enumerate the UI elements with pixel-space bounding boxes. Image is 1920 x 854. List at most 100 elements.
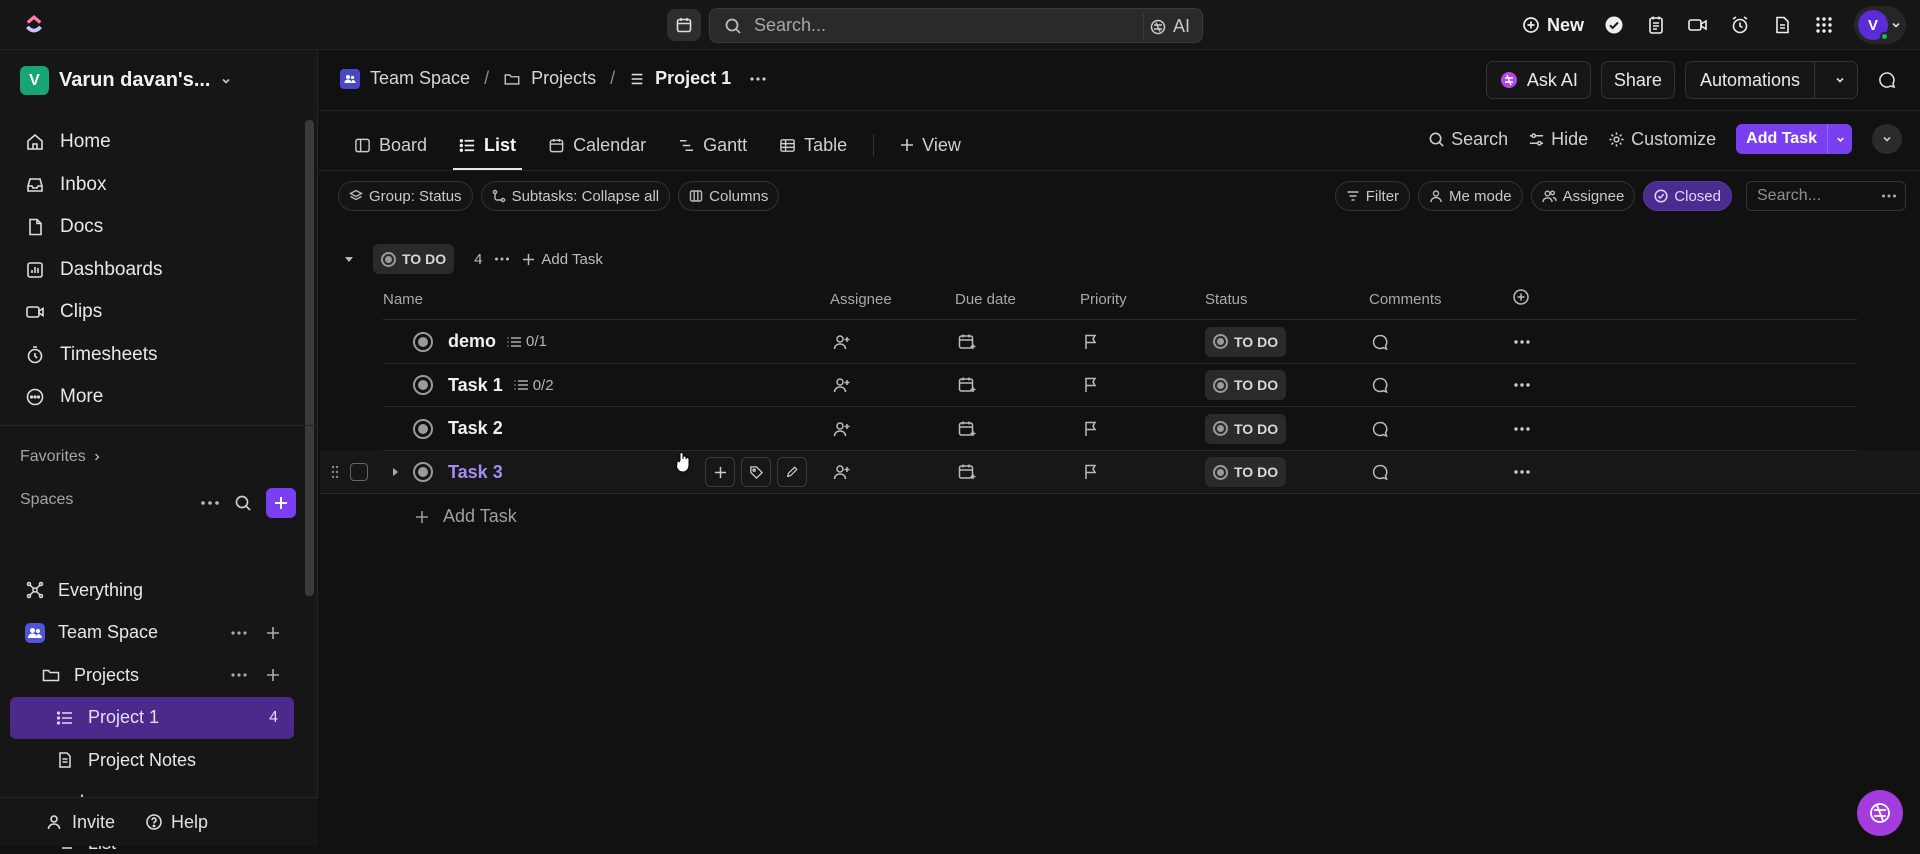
status-badge[interactable]: TO DO	[1205, 413, 1287, 444]
sidebar-item-docs[interactable]: Docs	[12, 206, 294, 249]
expand-caret-icon[interactable]	[390, 451, 400, 494]
drag-handle-icon[interactable]	[330, 451, 340, 494]
group-status-badge[interactable]: TO DO	[373, 244, 455, 274]
priority-flag-icon[interactable]	[1082, 320, 1100, 363]
video-icon[interactable]	[1686, 13, 1710, 37]
alarm-clock-icon[interactable]	[1728, 13, 1752, 37]
status-todo-icon[interactable]	[413, 331, 433, 352]
sidebar-item-inbox[interactable]: Inbox	[12, 164, 294, 207]
chevron-down-icon[interactable]	[1828, 124, 1852, 154]
priority-flag-icon[interactable]	[1082, 451, 1100, 494]
due-date-icon[interactable]	[957, 451, 977, 494]
ai-button[interactable]: AI	[1149, 16, 1190, 37]
hide-button[interactable]: Hide	[1528, 129, 1588, 150]
help-button[interactable]: Help	[145, 812, 208, 833]
sidebar-item-timesheets[interactable]: Timesheets	[12, 334, 294, 377]
status-badge[interactable]: TO DO	[1205, 370, 1287, 400]
assignee-chip[interactable]: Assignee	[1530, 181, 1636, 211]
group-by-chip[interactable]: Group: Status	[338, 181, 473, 211]
table-row[interactable]: demo 0/1 TO DO	[383, 320, 1857, 364]
due-date-icon[interactable]	[957, 364, 977, 407]
plus-icon[interactable]	[266, 626, 280, 640]
sidebar-item-more[interactable]: More	[12, 376, 294, 419]
task-name[interactable]: demo	[448, 331, 496, 352]
add-space-button[interactable]	[266, 488, 296, 518]
status-badge[interactable]: TO DO	[1205, 326, 1287, 357]
sidebar-item-project-1[interactable]: Project 1 4	[10, 696, 294, 739]
subtasks-chip[interactable]: Subtasks: Collapse all	[480, 181, 671, 211]
assign-user-icon[interactable]	[832, 407, 852, 450]
ai-assistant-button[interactable]	[1857, 790, 1903, 836]
global-search-input[interactable]: Search... AI	[709, 8, 1203, 43]
due-date-icon[interactable]	[957, 407, 977, 450]
row-more-icon[interactable]	[1513, 451, 1531, 494]
closed-chip[interactable]: Closed	[1643, 181, 1732, 211]
comment-icon[interactable]	[1371, 320, 1389, 363]
tab-board[interactable]: Board	[348, 120, 433, 170]
sidebar-item-projects[interactable]: Projects	[10, 654, 294, 697]
assign-user-icon[interactable]	[832, 364, 852, 407]
sidebar-item-clips[interactable]: Clips	[12, 291, 294, 334]
row-more-icon[interactable]	[1513, 320, 1531, 363]
row-more-icon[interactable]	[1513, 364, 1531, 407]
rename-button[interactable]	[777, 457, 807, 487]
document-icon[interactable]	[1770, 13, 1794, 37]
add-task-button[interactable]: Add Task	[1736, 124, 1852, 154]
group-add-task-button[interactable]: Add Task	[522, 251, 603, 268]
row-checkbox[interactable]	[350, 451, 368, 494]
column-status[interactable]: Status	[1205, 291, 1248, 308]
share-button[interactable]: Share	[1600, 61, 1675, 99]
caret-down-icon[interactable]	[343, 253, 355, 265]
more-horizontal-icon[interactable]	[494, 256, 510, 262]
search-tasks-button[interactable]: Search	[1428, 129, 1508, 150]
tab-list[interactable]: List	[453, 120, 523, 170]
search-icon[interactable]	[234, 494, 252, 512]
more-horizontal-icon[interactable]	[749, 76, 767, 82]
customize-button[interactable]: Customize	[1608, 129, 1716, 150]
column-priority[interactable]: Priority	[1080, 291, 1127, 308]
ask-ai-button[interactable]: Ask AI	[1485, 61, 1591, 99]
notepad-icon[interactable]	[1644, 13, 1668, 37]
row-more-icon[interactable]	[1513, 407, 1531, 450]
more-horizontal-icon[interactable]	[200, 500, 220, 506]
add-column-icon[interactable]	[1512, 288, 1530, 306]
comment-icon[interactable]	[1371, 364, 1389, 407]
me-mode-chip[interactable]: Me mode	[1418, 181, 1523, 211]
column-comments[interactable]: Comments	[1369, 291, 1442, 308]
status-todo-icon[interactable]	[413, 462, 433, 482]
columns-chip[interactable]: Columns	[678, 181, 780, 211]
tab-table[interactable]: Table	[773, 120, 853, 170]
filter-chip[interactable]: Filter	[1334, 181, 1411, 211]
column-name[interactable]: Name	[383, 291, 423, 308]
breadcrumb-folder[interactable]: Projects	[531, 68, 596, 89]
sidebar-item-home[interactable]: Home	[12, 121, 294, 164]
clickup-logo-icon[interactable]	[22, 13, 46, 37]
due-date-icon[interactable]	[957, 320, 977, 363]
more-horizontal-icon[interactable]	[230, 630, 248, 636]
priority-flag-icon[interactable]	[1082, 407, 1100, 450]
assign-user-icon[interactable]	[832, 451, 852, 494]
priority-flag-icon[interactable]	[1082, 364, 1100, 407]
table-row[interactable]: Task 2 TO DO	[383, 407, 1857, 451]
add-tag-button[interactable]	[741, 457, 771, 487]
apps-grid-icon[interactable]	[1812, 13, 1836, 37]
add-task-row[interactable]: Add Task	[415, 506, 517, 527]
task-name[interactable]: Task 1	[448, 375, 503, 396]
status-todo-icon[interactable]	[413, 418, 433, 439]
chat-icon[interactable]	[1868, 61, 1906, 99]
collapse-toggle-button[interactable]	[1872, 124, 1902, 154]
plus-icon[interactable]	[266, 668, 280, 682]
breadcrumb-list[interactable]: Project 1	[655, 68, 731, 89]
automations-button[interactable]: Automations	[1684, 61, 1858, 99]
sidebar-scrollbar[interactable]	[305, 120, 314, 596]
status-badge[interactable]: TO DO	[1205, 457, 1287, 487]
sidebar-item-project-notes[interactable]: Project Notes	[10, 739, 294, 782]
task-name[interactable]: Task 2	[448, 418, 503, 439]
sidebar-item-everything[interactable]: Everything	[10, 569, 294, 612]
table-row[interactable]: Task 3 TO DO	[320, 450, 1920, 494]
subtask-count[interactable]: 0/1	[506, 333, 547, 350]
chevron-down-icon[interactable]	[1823, 62, 1857, 98]
column-assignee[interactable]: Assignee	[830, 291, 892, 308]
subtask-count[interactable]: 0/2	[513, 377, 554, 394]
task-search-input[interactable]: Search...	[1746, 181, 1906, 211]
